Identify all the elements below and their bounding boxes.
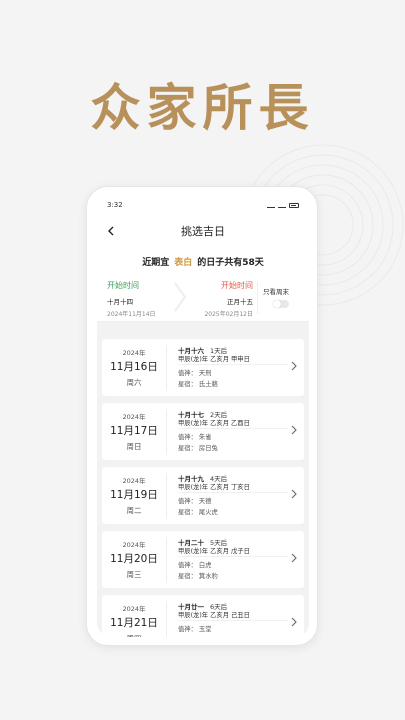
day-ganzhi: 甲辰(龙)年 乙亥月 戊子日: [178, 548, 250, 555]
end-date-picker[interactable]: 开始时间 正月十五 2025年02月12日: [204, 280, 253, 318]
back-button[interactable]: [103, 223, 119, 239]
end-date: 2025年02月12日: [204, 311, 253, 318]
day-ganzhi: 甲辰(龙)年 乙亥月 丁亥日: [178, 484, 250, 491]
day-year: 2024年: [122, 349, 146, 357]
chevron-right-icon: [291, 617, 297, 627]
day-ganzhi: 甲辰(龙)年 乙亥月 甲申日: [178, 356, 250, 363]
day-card[interactable]: 2024年 11月17日 周日 十月十七 2天后 甲辰(龙)年 乙亥月 乙酉日 值…: [102, 403, 304, 460]
card-divider: [166, 473, 167, 519]
start-label: 开始时间: [107, 281, 139, 290]
chevron-right-icon: [291, 553, 297, 563]
battery-icon: [289, 202, 299, 208]
card-separator: [178, 428, 288, 429]
signal-icon: [278, 203, 286, 208]
card-divider: [166, 537, 167, 583]
chevron-right-icon: [291, 489, 297, 499]
chevron-right-icon: [291, 425, 297, 435]
summary-suffix: 的日子共有58天: [197, 258, 264, 268]
day-card[interactable]: 2024年 11月21日 周四 十月廿一6天后 甲辰(龙)年 乙亥月 己丑日 值…: [102, 595, 304, 637]
day-date: 11月21日: [110, 617, 158, 629]
day-card[interactable]: 2024年 11月20日 周三 十月二十 5天后 甲辰(龙)年 乙亥月 戊子日 值…: [102, 531, 304, 588]
chevron-right-icon: [291, 361, 297, 371]
date-range-selector: 开始时间 十月十四 2024年11月14日 开始时间 正月十五 2025年02月…: [97, 276, 309, 322]
day-year: 2024年: [122, 413, 146, 421]
day-deity: 值神： 天刑: [178, 370, 212, 377]
day-weekday: 周日: [126, 442, 142, 451]
card-separator: [178, 364, 288, 365]
day-star: 星宿： 尾火虎: [178, 509, 218, 516]
chevron-right-icon: [174, 282, 187, 312]
day-date: 11月17日: [110, 425, 158, 437]
day-star: 星宿： 房日兔: [178, 445, 218, 452]
toggle-knob: [273, 300, 281, 308]
day-star: 星宿： 氐土貉: [178, 381, 218, 388]
summary-prefix: 近期宜: [142, 258, 170, 268]
promo-headline: 众家所長: [90, 78, 315, 137]
day-year: 2024年: [122, 477, 146, 485]
range-divider: [257, 282, 258, 314]
day-deity: 值神： 白虎: [178, 562, 212, 569]
day-deity: 值神： 天德: [178, 498, 212, 505]
day-weekday: 周二: [126, 506, 142, 515]
card-divider: [166, 601, 167, 637]
day-deity: 值神： 玉堂: [178, 626, 212, 633]
end-label: 开始时间: [221, 281, 253, 290]
day-year: 2024年: [122, 605, 146, 613]
card-separator: [178, 620, 288, 621]
day-weekday: 周三: [126, 570, 142, 579]
day-weekday: 周六: [126, 378, 142, 387]
card-divider: [166, 345, 167, 391]
weekend-label: 只看周末: [263, 288, 289, 296]
chevron-left-icon: [108, 226, 114, 236]
app-screen: 3:32 挑选吉日 近期宜 表白 的日子共有58天 开始时间 十月十四 2024年1: [97, 197, 309, 637]
day-ganzhi: 甲辰(龙)年 乙亥月 己丑日: [178, 612, 250, 619]
day-deity: 值神： 朱雀: [178, 434, 212, 441]
phone-frame: 3:32 挑选吉日 近期宜 表白 的日子共有58天 开始时间 十月十四 2024年1: [86, 186, 318, 646]
card-separator: [178, 556, 288, 557]
day-year: 2024年: [122, 541, 146, 549]
wifi-icon: [267, 203, 275, 208]
start-date-picker[interactable]: 开始时间 十月十四 2024年11月14日: [107, 280, 156, 318]
end-lunar: 正月十五: [227, 298, 253, 306]
summary-highlight: 表白: [174, 258, 193, 268]
day-star: 星宿： 箕水豹: [178, 573, 218, 580]
nav-bar: 挑选吉日: [97, 213, 309, 249]
weekend-toggle[interactable]: [273, 300, 289, 308]
start-lunar: 十月十四: [107, 298, 133, 306]
card-separator: [178, 492, 288, 493]
status-time: 3:32: [107, 201, 123, 209]
day-ganzhi: 甲辰(龙)年 乙亥月 乙酉日: [178, 420, 250, 427]
day-date: 11月20日: [110, 553, 158, 565]
day-card[interactable]: 2024年 11月16日 周六 十月十六 1天后 甲辰(龙)年 乙亥月 甲申日 值…: [102, 339, 304, 396]
day-date: 11月16日: [110, 361, 158, 373]
day-card[interactable]: 2024年 11月19日 周二 十月十九 4天后 甲辰(龙)年 乙亥月 丁亥日 值…: [102, 467, 304, 524]
day-date: 11月19日: [110, 489, 158, 501]
page-title: 挑选吉日: [181, 225, 225, 238]
card-divider: [166, 409, 167, 455]
start-date: 2024年11月14日: [107, 311, 156, 318]
day-weekday: 周四: [102, 633, 166, 637]
status-bar: 3:32: [97, 197, 309, 213]
summary-line: 近期宜 表白 的日子共有58天: [97, 249, 309, 276]
